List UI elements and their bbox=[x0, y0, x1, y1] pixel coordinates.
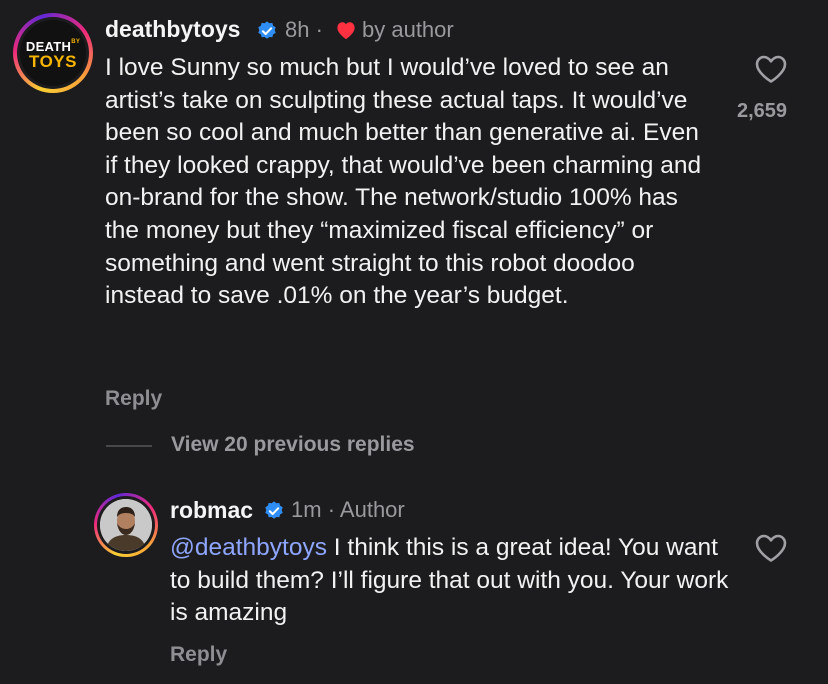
meta-separator: · bbox=[327, 497, 336, 522]
logo-text-toys: TOYS bbox=[29, 52, 77, 71]
verified-badge-icon bbox=[265, 501, 283, 519]
replies-divider bbox=[106, 445, 152, 447]
reply-button[interactable]: Reply bbox=[170, 643, 227, 667]
robmac-photo bbox=[100, 499, 152, 551]
mention-link[interactable]: @deathbytoys bbox=[170, 534, 327, 561]
logo-text-by: BY bbox=[71, 39, 81, 45]
timestamp: 1m bbox=[291, 497, 322, 522]
deathbytoys-logo: DEATHBY TOYS bbox=[20, 20, 86, 86]
author-badge: Author bbox=[339, 497, 405, 522]
meta-separator: · bbox=[315, 17, 323, 42]
username-robmac[interactable]: robmac bbox=[170, 497, 253, 524]
person-photo-icon bbox=[100, 499, 152, 551]
like-count: 2,659 bbox=[737, 100, 788, 122]
timestamp: 8h bbox=[285, 17, 310, 42]
username-deathbytoys[interactable]: deathbytoys bbox=[105, 16, 240, 43]
comment-meta: 1m · Author bbox=[291, 497, 405, 523]
reply-comment-text: @deathbytoys I think this is a great ide… bbox=[170, 532, 730, 630]
view-previous-replies-button[interactable]: View 20 previous replies bbox=[171, 433, 415, 457]
heart-filled-icon bbox=[337, 22, 355, 40]
comment-meta: 8h · bbox=[285, 17, 323, 43]
reply-button[interactable]: Reply bbox=[105, 387, 162, 411]
liked-by-author: by author bbox=[362, 17, 454, 42]
avatar-robmac[interactable] bbox=[94, 493, 158, 557]
heart-outline-icon[interactable] bbox=[754, 54, 788, 84]
heart-outline-icon[interactable] bbox=[754, 533, 788, 563]
avatar-deathbytoys[interactable]: DEATHBY TOYS bbox=[13, 13, 93, 93]
comment-text: I love Sunny so much but I would’ve love… bbox=[105, 54, 702, 310]
verified-badge-icon bbox=[258, 21, 276, 39]
